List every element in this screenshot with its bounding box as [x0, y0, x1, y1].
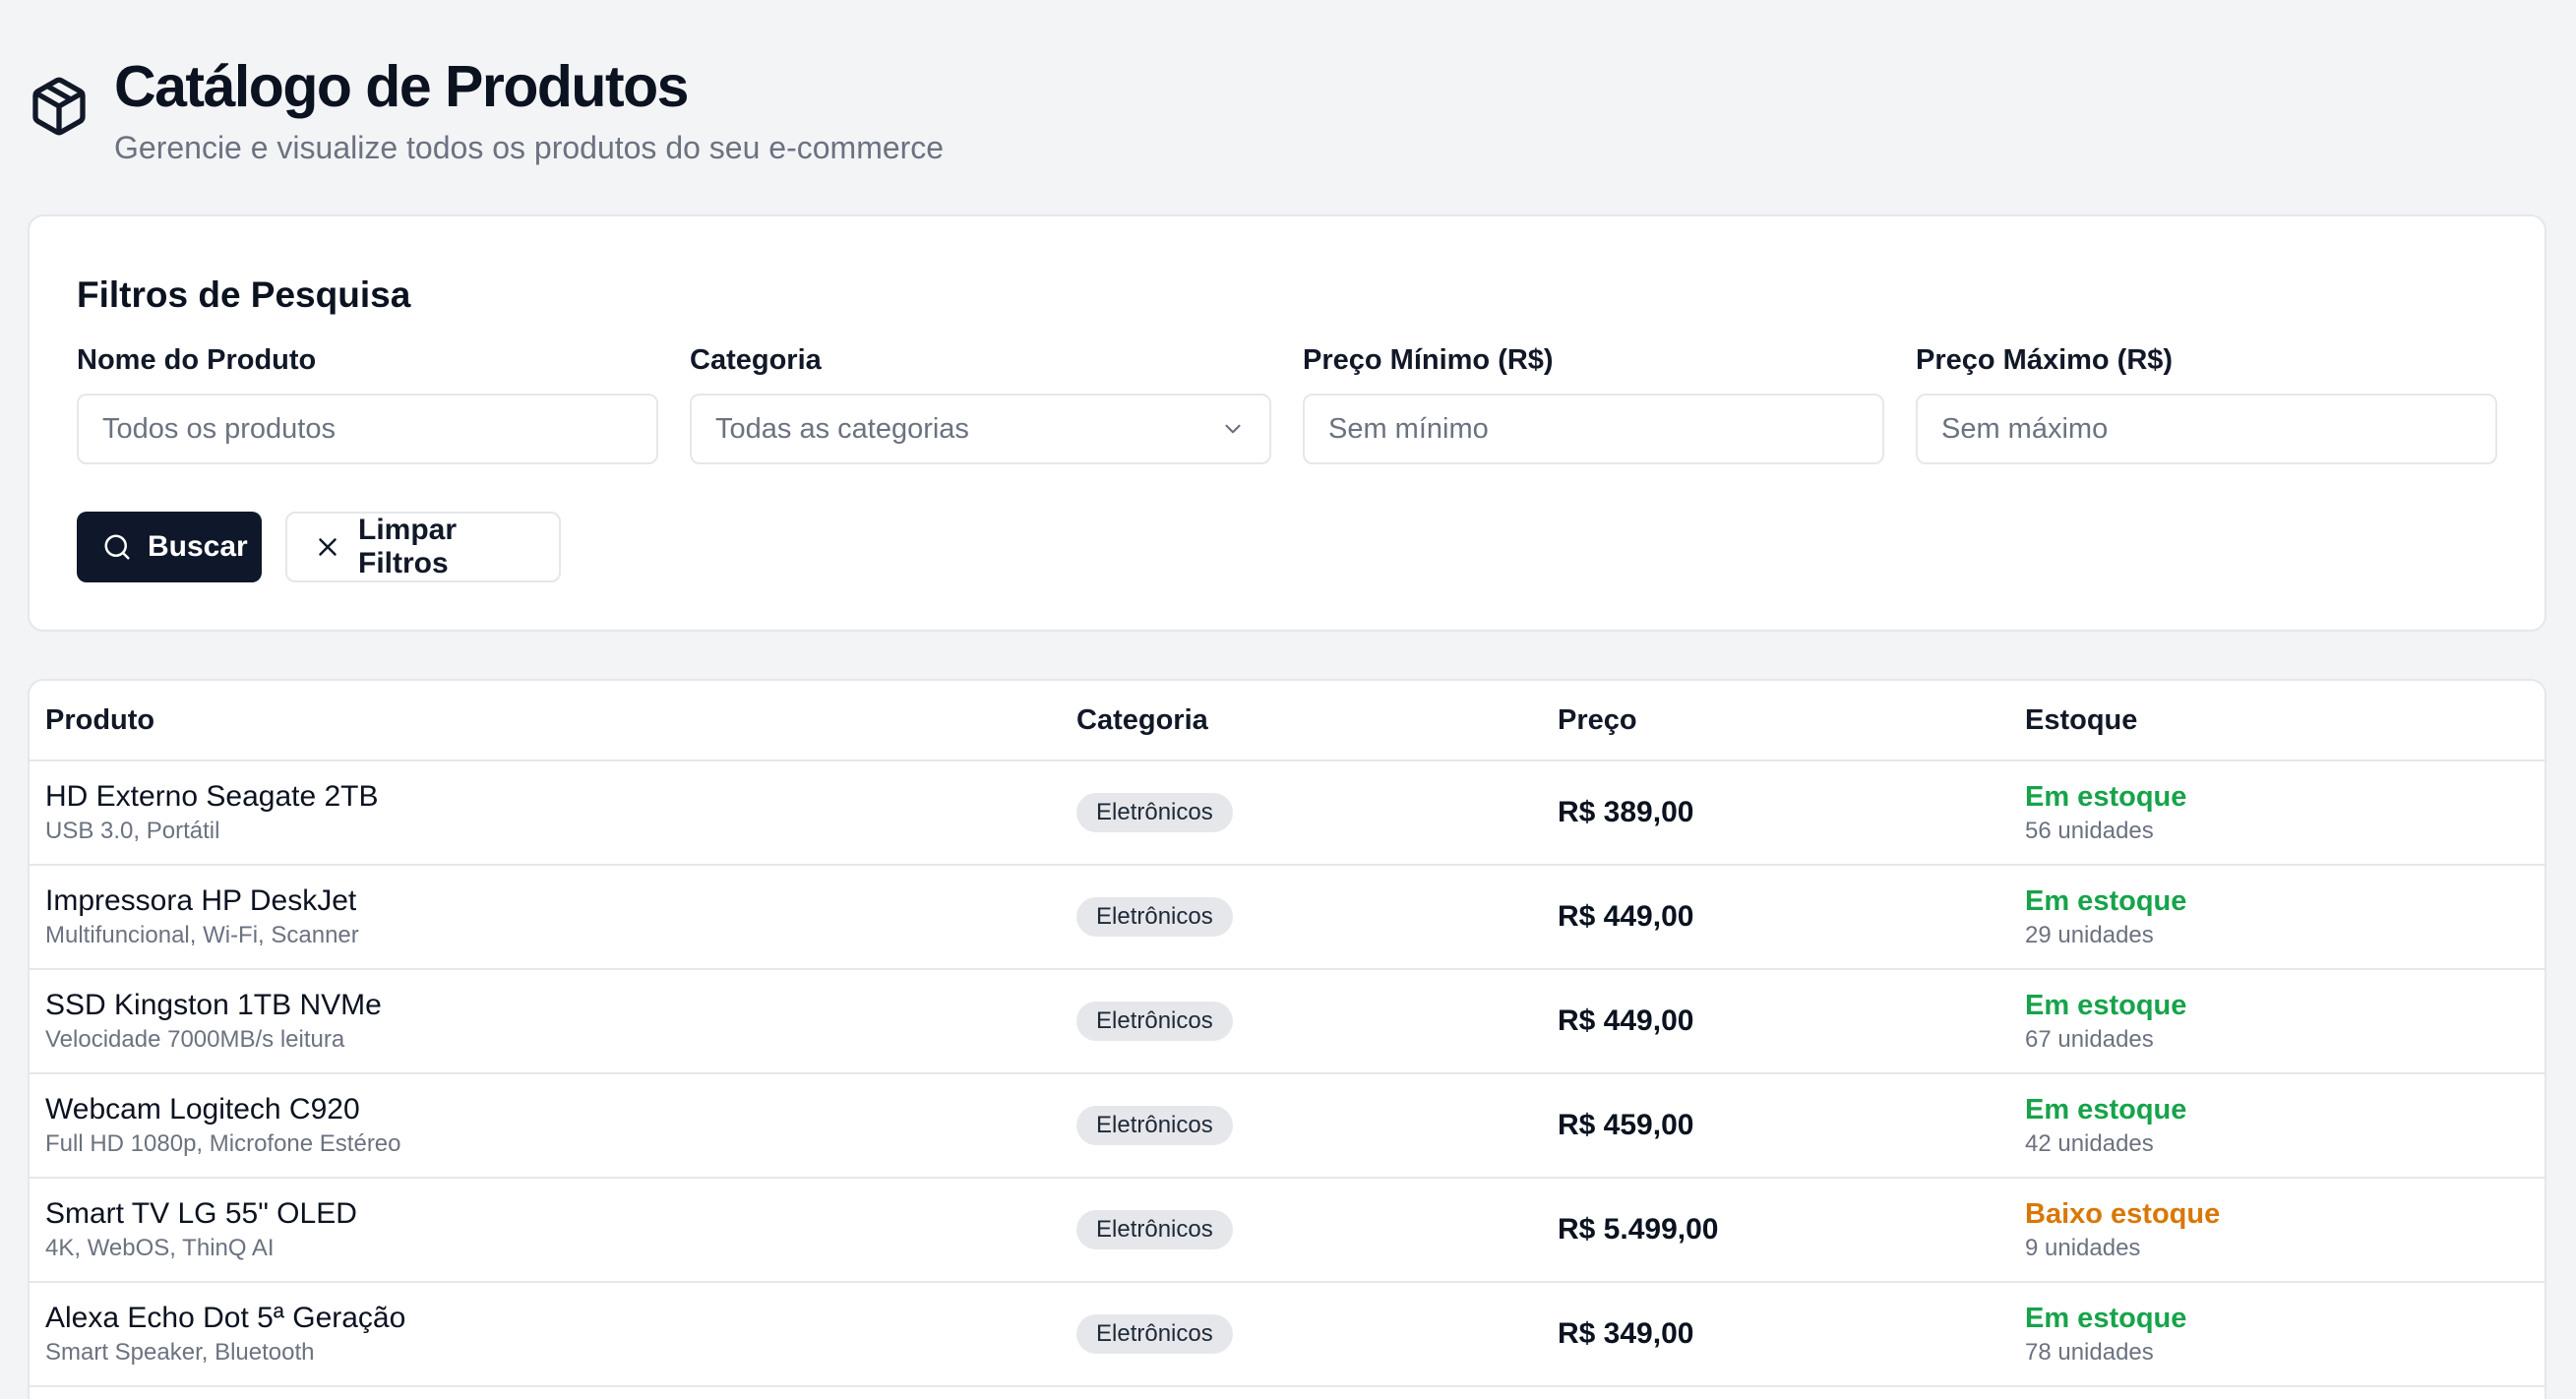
table-row[interactable]: Smart TV LG 55" OLED 4K, WebOS, ThinQ AI…: [30, 1179, 2545, 1283]
table-row[interactable]: HD Externo Seagate 2TB USB 3.0, Portátil…: [30, 761, 2545, 866]
category-cell: Eletrônicos: [1076, 1314, 1558, 1354]
product-cell: HD Externo Seagate 2TB USB 3.0, Portátil: [30, 779, 1076, 846]
product-description: Velocidade 7000MB/s leitura: [45, 1026, 345, 1053]
category-select-value: Todas as categorias: [715, 412, 969, 445]
category-field: Categoria Todas as categorias: [690, 342, 1271, 464]
category-badge: Eletrônicos: [1076, 1314, 1233, 1354]
page-title: Catálogo de Produtos: [114, 54, 689, 119]
product-name-field: Nome do Produto Todos os produtos: [77, 342, 658, 464]
product-name-label: Nome do Produto: [77, 344, 317, 376]
clear-filters-label: Limpar Filtros: [358, 514, 458, 579]
stock-units: 56 unidades: [2025, 818, 2154, 844]
product-cell: SSD Kingston 1TB NVMe Velocidade 7000MB/…: [30, 988, 1076, 1055]
max-price-field: Preço Máximo (R$) Sem máximo: [1916, 342, 2497, 464]
product-cell: Alexa Echo Dot 5ª Geração Smart Speaker,…: [30, 1301, 1076, 1368]
stock-cell: Em estoque 56 unidades: [2025, 779, 2545, 846]
stock-units: 67 unidades: [2025, 1026, 2154, 1053]
category-label: Categoria: [690, 344, 822, 376]
chevron-down-icon: [1225, 424, 1241, 434]
category-badge: Eletrônicos: [1076, 897, 1233, 937]
filters-title: Filtros de Pesquisa: [77, 274, 411, 315]
category-cell: Eletrônicos: [1076, 897, 1558, 937]
category-cell: Eletrônicos: [1076, 1002, 1558, 1041]
column-header-price[interactable]: Preço: [1558, 704, 2025, 737]
product-name: Webcam Logitech C920: [45, 1093, 360, 1125]
max-price-label: Preço Máximo (R$): [1916, 344, 2174, 376]
table-row[interactable]: Impressora HP DeskJet Multifuncional, Wi…: [30, 866, 2545, 970]
price-cell: R$ 389,00: [1558, 796, 1694, 828]
product-description: USB 3.0, Portátil: [45, 818, 220, 844]
price-cell: R$ 459,00: [1558, 1109, 1694, 1141]
category-badge: Eletrônicos: [1076, 1002, 1233, 1041]
min-price-input[interactable]: Sem mínimo: [1303, 394, 1884, 464]
product-name: Smart TV LG 55" OLED: [45, 1197, 357, 1230]
search-icon: [104, 534, 130, 560]
filters-card: Filtros de Pesquisa Nome do Produto Todo…: [28, 214, 2546, 632]
product-name: Impressora HP DeskJet: [45, 884, 357, 917]
stock-units: 9 unidades: [2025, 1235, 2141, 1261]
price-cell: R$ 5.499,00: [1558, 1213, 1719, 1246]
stock-cell: Em estoque 29 unidades: [2025, 883, 2545, 950]
table-header: Produto Categoria Preço Estoque: [30, 681, 2545, 761]
package-icon: [32, 77, 86, 136]
product-name: HD Externo Seagate 2TB: [45, 780, 379, 813]
min-price-field: Preço Mínimo (R$) Sem mínimo: [1303, 342, 1884, 464]
product-cell: Webcam Logitech C920 Full HD 1080p, Micr…: [30, 1092, 1076, 1159]
page-subtitle: Gerencie e visualize todos os produtos d…: [114, 130, 945, 165]
stock-cell: Em estoque 78 unidades: [2025, 1301, 2545, 1368]
stock-cell: Baixo estoque 9 unidades: [2025, 1196, 2545, 1263]
stock-units: 29 unidades: [2025, 922, 2154, 948]
min-price-label: Preço Mínimo (R$): [1303, 344, 1554, 376]
product-cell: Smart TV LG 55" OLED 4K, WebOS, ThinQ AI: [30, 1196, 1076, 1263]
close-icon: [319, 538, 337, 556]
price-cell: R$ 449,00: [1558, 1004, 1694, 1037]
filter-fields: Nome do Produto Todos os produtos Catego…: [77, 342, 2497, 464]
filter-actions: Buscar Limpar Filtros: [77, 512, 2497, 582]
search-button[interactable]: Buscar: [77, 512, 262, 582]
product-description: Smart Speaker, Bluetooth: [45, 1339, 315, 1366]
table-row[interactable]: SSD Kingston 1TB NVMe Velocidade 7000MB/…: [30, 970, 2545, 1074]
stock-status: Em estoque: [2025, 1094, 2187, 1125]
category-badge: Eletrônicos: [1076, 793, 1233, 832]
product-catalog-page: Catálogo de Produtos Gerencie e visualiz…: [0, 0, 2576, 1399]
category-cell: Eletrônicos: [1076, 1210, 1558, 1249]
search-button-label: Buscar: [148, 530, 248, 563]
stock-status: Em estoque: [2025, 885, 2187, 917]
product-description: Full HD 1080p, Microfone Estéreo: [45, 1130, 401, 1157]
table-row[interactable]: Webcam Logitech C920 Full HD 1080p, Micr…: [30, 1074, 2545, 1179]
product-cell: Impressora HP DeskJet Multifuncional, Wi…: [30, 883, 1076, 950]
price-cell: R$ 449,00: [1558, 900, 1694, 933]
stock-status: Em estoque: [2025, 990, 2187, 1021]
category-badge: Eletrônicos: [1076, 1106, 1233, 1145]
product-name: Alexa Echo Dot 5ª Geração: [45, 1302, 406, 1334]
stock-units: 42 unidades: [2025, 1130, 2154, 1157]
product-name-input[interactable]: Todos os produtos: [77, 394, 658, 464]
clear-filters-button[interactable]: Limpar Filtros: [285, 512, 561, 582]
category-cell: Eletrônicos: [1076, 793, 1558, 832]
stock-cell: Em estoque 42 unidades: [2025, 1092, 2545, 1159]
category-select[interactable]: Todas as categorias: [690, 394, 1271, 464]
products-table: Produto Categoria Preço Estoque HD Exter…: [28, 679, 2546, 1399]
column-header-product[interactable]: Produto: [30, 704, 1076, 737]
table-row[interactable]: Alexa Echo Dot 5ª Geração Smart Speaker,…: [30, 1283, 2545, 1387]
header-text: Catálogo de Produtos Gerencie e visualiz…: [114, 49, 944, 167]
category-cell: Eletrônicos: [1076, 1106, 1558, 1145]
column-header-stock[interactable]: Estoque: [2025, 704, 2545, 737]
product-name: SSD Kingston 1TB NVMe: [45, 989, 382, 1021]
product-description: 4K, WebOS, ThinQ AI: [45, 1235, 275, 1261]
stock-units: 78 unidades: [2025, 1339, 2154, 1366]
price-cell: R$ 349,00: [1558, 1317, 1694, 1350]
product-description: Multifuncional, Wi-Fi, Scanner: [45, 922, 359, 948]
stock-status: Baixo estoque: [2025, 1198, 2221, 1230]
stock-status: Em estoque: [2025, 781, 2187, 813]
stock-cell: Em estoque 67 unidades: [2025, 988, 2545, 1055]
stock-status: Em estoque: [2025, 1303, 2187, 1334]
max-price-input[interactable]: Sem máximo: [1916, 394, 2497, 464]
column-header-category[interactable]: Categoria: [1076, 704, 1558, 737]
page-header: Catálogo de Produtos Gerencie e visualiz…: [28, 49, 944, 167]
category-badge: Eletrônicos: [1076, 1210, 1233, 1249]
